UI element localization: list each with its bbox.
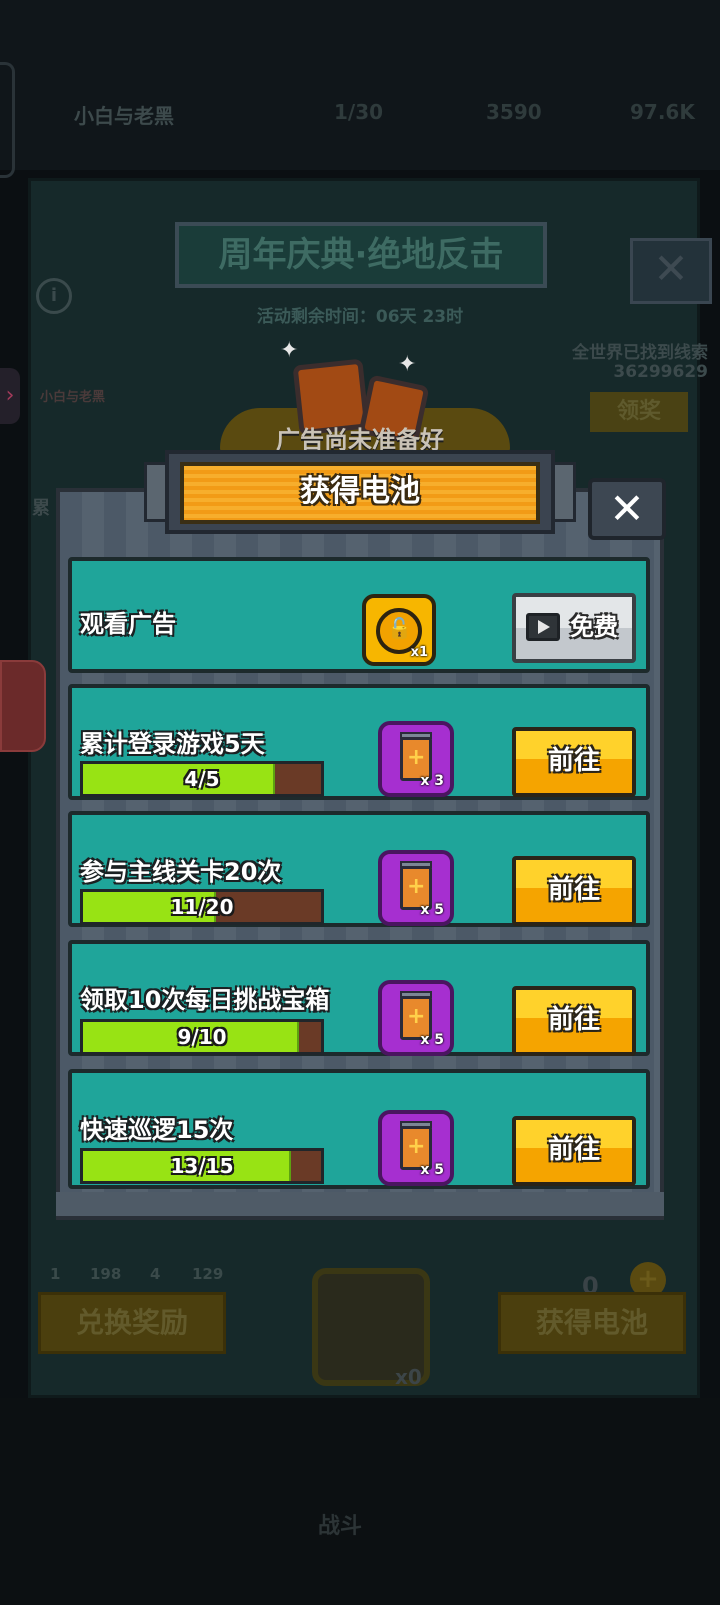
- video-icon: [526, 613, 560, 641]
- reward-qty: x 5: [420, 1032, 444, 1048]
- task-progress-bar: 13/15: [80, 1148, 324, 1184]
- lock-count: x0: [395, 1365, 422, 1389]
- progress-text: 13/15: [170, 1154, 234, 1178]
- info-icon: i: [36, 278, 72, 314]
- go-button[interactable]: 前往: [512, 727, 636, 797]
- left-character-label: 小白与老黑: [40, 390, 106, 405]
- reward-qty: x 5: [420, 902, 444, 918]
- gem-blue-count: 4: [150, 1265, 161, 1283]
- side-expand-icon[interactable]: ›: [0, 368, 20, 424]
- modal-bottom-edge: [56, 1192, 664, 1216]
- task-label: 快速巡逻15次: [80, 1116, 234, 1144]
- nav-battle-label: 战斗: [318, 1514, 363, 1539]
- lock-token-qty: x1: [410, 645, 428, 660]
- modal-title: 获得电池: [180, 462, 540, 524]
- watch-ad-free-button[interactable]: 免费: [512, 593, 636, 663]
- watch-ad-label: 观看广告: [80, 610, 176, 638]
- reward-qty: x 5: [420, 1162, 444, 1178]
- progress-text: 9/10: [177, 1025, 227, 1049]
- close-button[interactable]: ✕: [588, 478, 666, 540]
- lock-token-icon: x1: [362, 594, 436, 666]
- progress-text: 4/5: [184, 767, 220, 791]
- gem-green-count: 1: [50, 1265, 61, 1283]
- sparkle-icon: ✦: [280, 338, 299, 363]
- task-label: 累计登录游戏5天: [80, 730, 265, 758]
- gold-stat: 3590: [486, 100, 542, 124]
- event-timer: 活动剩余时间：06天 23时: [256, 307, 464, 327]
- bottom-nav: 战斗: [0, 1398, 720, 1605]
- task-label: 参与主线关卡20次: [80, 858, 282, 886]
- task-progress-bar: 4/5: [80, 761, 324, 797]
- left-partial-label: 累: [32, 498, 50, 519]
- battery-reward-icon: + x 5: [378, 850, 454, 926]
- energy-stat: 1/30: [334, 100, 384, 124]
- top-status-bar: 小白与老黑 1/30 3590 97.6K: [0, 0, 720, 178]
- coin-stat: 97.6K: [630, 100, 695, 124]
- battery-reward-icon: + x 5: [378, 980, 454, 1056]
- task-label: 领取10次每日挑战宝箱: [80, 986, 330, 1014]
- task-progress-bar: 9/10: [80, 1019, 324, 1055]
- clue-count: 36299629: [613, 362, 708, 382]
- go-button[interactable]: 前往: [512, 1116, 636, 1186]
- sparkle-icon: ✦: [398, 352, 417, 377]
- get-battery-button: 获得电池: [498, 1292, 686, 1354]
- go-button[interactable]: 前往: [512, 986, 636, 1056]
- title-left-cap: [144, 462, 168, 522]
- title-right-cap: [552, 462, 576, 522]
- free-button-label: 免费: [570, 613, 618, 641]
- battery-reward-icon: + x 5: [378, 1110, 454, 1186]
- exchange-reward-button: 兑换奖励: [38, 1292, 226, 1354]
- gem-purple-count: 198: [90, 1265, 122, 1283]
- player-name: 小白与老黑: [74, 104, 174, 128]
- event-title: 周年庆典·绝地反击: [175, 222, 547, 288]
- gem-red-count: 129: [192, 1265, 224, 1283]
- claim-button: 领奖: [590, 392, 688, 432]
- reward-qty: x 3: [420, 773, 444, 789]
- side-record-button[interactable]: [0, 660, 46, 752]
- clue-label: 全世界已找到线索: [572, 343, 708, 363]
- background-close-icon: ✕: [630, 238, 712, 304]
- battery-reward-icon: + x 3: [378, 721, 454, 797]
- progress-text: 11/20: [170, 895, 234, 919]
- task-progress-bar: 11/20: [80, 889, 324, 925]
- side-handle: [0, 62, 15, 178]
- go-button[interactable]: 前往: [512, 856, 636, 926]
